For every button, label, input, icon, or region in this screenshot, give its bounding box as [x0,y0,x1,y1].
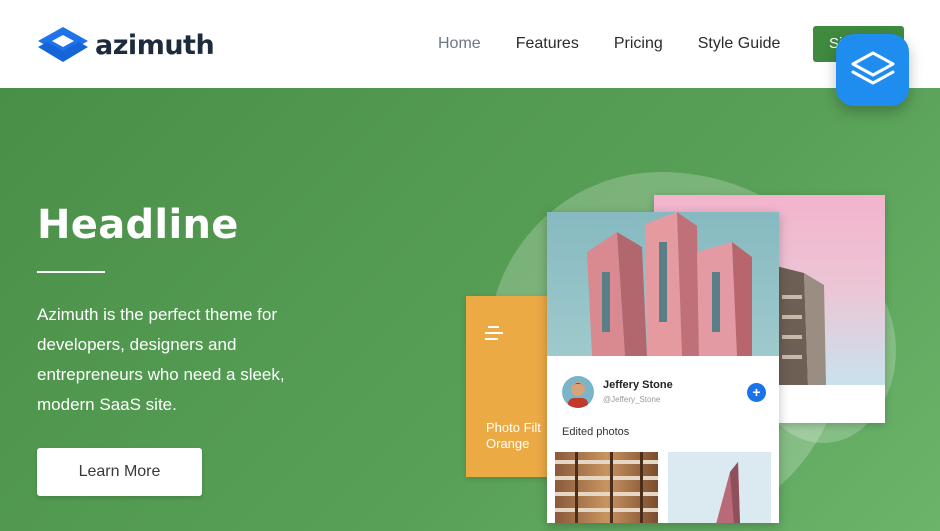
site-header: azimuth Home Features Pricing Style Guid… [0,0,940,88]
nav-home[interactable]: Home [438,34,481,54]
hero-divider [37,271,105,273]
menu-icon [485,326,503,340]
nav-pricing[interactable]: Pricing [614,34,663,54]
hero-description: Azimuth is the perfect theme for develop… [37,305,285,414]
photo-filter-title: Photo Filt Orange [486,420,541,451]
add-icon[interactable]: + [747,383,766,402]
brand-logo[interactable]: azimuth [37,26,215,64]
brand-name: azimuth [95,29,215,61]
building-thumbnail[interactable] [555,452,658,523]
hero-section: Headline Azimuth is the perfect theme fo… [0,88,940,531]
main-nav: Home Features Pricing Style Guide [438,34,815,54]
learn-more-button[interactable]: Learn More [37,448,202,496]
profile-handle: @Jeffery_Stone [603,395,661,404]
pink-architecture-photo [547,212,779,356]
avatar[interactable] [562,376,594,408]
hero-title: Headline [37,202,239,248]
tower-thumbnail[interactable] [668,452,771,523]
layers-icon[interactable] [836,34,909,106]
photo-filter-card: Photo Filt Orange [466,296,556,477]
edited-photos-label: Edited photos [562,426,630,438]
nav-style-guide[interactable]: Style Guide [698,34,781,54]
nav-features[interactable]: Features [516,34,579,54]
profile-name: Jeffery Stone [603,379,673,391]
azimuth-logo-icon [38,27,88,62]
profile-card: Jeffery Stone @Jeffery_Stone + Edited ph… [547,212,779,523]
